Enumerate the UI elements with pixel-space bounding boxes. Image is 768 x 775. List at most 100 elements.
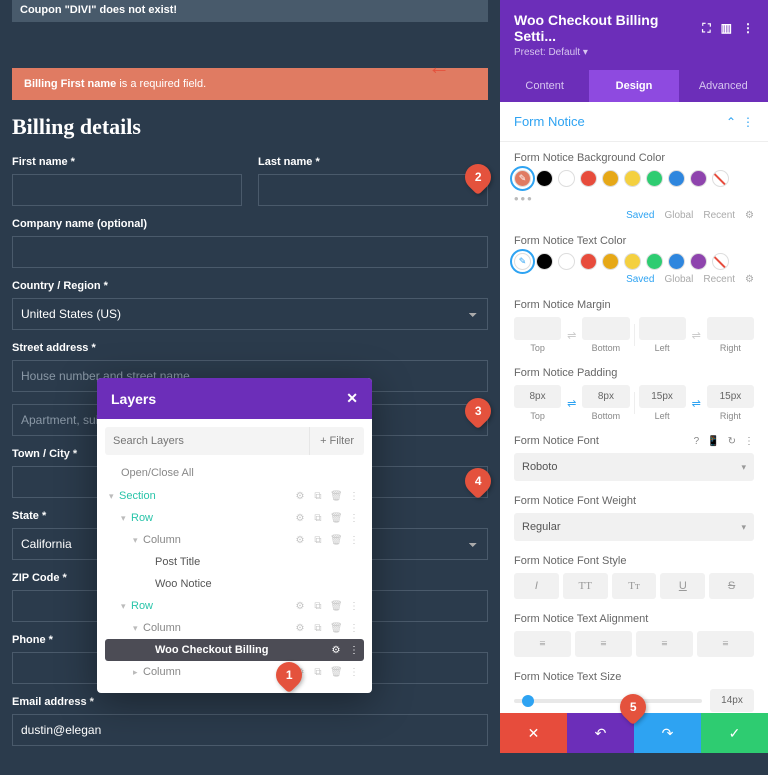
tab-content[interactable]: Content	[500, 70, 589, 102]
label-text-color: Form Notice Text Color	[514, 235, 754, 247]
save-button[interactable]: ✓	[701, 713, 768, 753]
tree-post-title[interactable]: Post Title	[105, 551, 364, 573]
margin-bottom[interactable]	[582, 317, 629, 340]
panel-body: Form Notice Background Color ✎ ••• Saved…	[500, 142, 768, 775]
margin-left[interactable]	[639, 317, 686, 340]
label-margin: Form Notice Margin	[514, 299, 754, 311]
padding-bottom[interactable]	[582, 385, 629, 408]
redo-button[interactable]: ↷	[634, 713, 701, 753]
uppercase-button[interactable]: TT	[563, 573, 608, 599]
color-swatch[interactable]	[690, 170, 707, 187]
color-swatch[interactable]	[624, 170, 641, 187]
color-swatch[interactable]	[580, 253, 597, 270]
gear-icon[interactable]: ⚙	[745, 274, 754, 285]
preset-label[interactable]: Preset: Default ▾	[514, 47, 754, 58]
link-recent[interactable]: Recent	[703, 210, 735, 221]
no-color-swatch[interactable]	[712, 170, 729, 187]
link-icon[interactable]: ⇌	[690, 329, 703, 342]
gear-icon[interactable]: ⚙	[745, 210, 754, 221]
help-icon[interactable]: ?	[694, 436, 700, 447]
more-icon[interactable]: ⋮	[742, 21, 754, 36]
color-swatch[interactable]	[536, 170, 553, 187]
gear-icon: ⚙	[330, 645, 342, 656]
underline-button[interactable]: U	[660, 573, 705, 599]
expand-icon[interactable]: ⛶	[702, 21, 710, 36]
color-swatch[interactable]	[668, 170, 685, 187]
align-justify-button[interactable]: ≡	[697, 631, 754, 657]
padding-left[interactable]	[639, 385, 686, 408]
color-swatch[interactable]	[646, 253, 663, 270]
color-swatch[interactable]	[690, 253, 707, 270]
input-first-name[interactable]	[12, 174, 242, 206]
tab-design[interactable]: Design	[589, 70, 678, 102]
reset-icon[interactable]: ↻	[728, 436, 736, 447]
label-email: Email address *	[12, 696, 488, 708]
layers-search-input[interactable]	[105, 427, 309, 455]
close-button[interactable]: ✕	[500, 713, 567, 753]
link-icon[interactable]: ⇌	[565, 329, 578, 342]
weight-select[interactable]	[514, 513, 733, 541]
label-font: Form Notice Font	[514, 435, 599, 447]
smallcaps-button[interactable]: Tᴛ	[612, 573, 657, 599]
link-global[interactable]: Global	[664, 210, 693, 221]
chevron-icon[interactable]: ▾	[733, 522, 754, 533]
chevron-icon[interactable]: ▾	[733, 462, 754, 473]
section-form-notice[interactable]: Form Notice ⌃⋮	[500, 102, 768, 142]
margin-top[interactable]	[514, 317, 561, 340]
picker-swatch[interactable]: ✎	[514, 170, 531, 187]
color-swatch[interactable]	[624, 253, 641, 270]
color-swatch[interactable]	[580, 170, 597, 187]
undo-button[interactable]: ↶	[567, 713, 634, 753]
padding-right[interactable]	[707, 385, 754, 408]
no-color-swatch[interactable]	[712, 253, 729, 270]
size-slider[interactable]	[514, 699, 702, 703]
more-icon[interactable]: ⋮	[744, 436, 754, 447]
size-value[interactable]	[710, 689, 754, 712]
tree-row[interactable]: ▾Row⚙⧉🗑⋮	[105, 507, 364, 529]
tree-row2[interactable]: ▾Row⚙⧉🗑⋮	[105, 595, 364, 617]
link-global[interactable]: Global	[664, 274, 693, 285]
color-swatch[interactable]	[536, 253, 553, 270]
mobile-icon[interactable]: 📱	[707, 436, 719, 447]
layout-icon[interactable]: ▥	[721, 21, 732, 36]
font-select[interactable]	[514, 453, 733, 481]
tree-woo-billing[interactable]: Woo Checkout Billing⚙⋮	[105, 639, 364, 661]
select-country[interactable]: United States (US)	[12, 298, 488, 330]
close-icon[interactable]: ✕	[346, 390, 358, 407]
tree-column3[interactable]: ▸Column⚙⧉🗑⋮	[105, 661, 364, 683]
link-icon[interactable]: ⇌	[690, 397, 703, 410]
strike-button[interactable]: S	[709, 573, 754, 599]
gear-icon: ⚙	[294, 491, 306, 502]
tab-advanced[interactable]: Advanced	[679, 70, 768, 102]
color-swatch[interactable]	[558, 170, 575, 187]
color-swatch[interactable]	[646, 170, 663, 187]
color-swatch[interactable]	[668, 253, 685, 270]
label-last-name: Last name *	[258, 156, 488, 168]
link-recent[interactable]: Recent	[703, 274, 735, 285]
align-left-button[interactable]: ≡	[514, 631, 571, 657]
align-right-button[interactable]: ≡	[636, 631, 693, 657]
picker-swatch[interactable]: ✎	[514, 253, 531, 270]
italic-button[interactable]: I	[514, 573, 559, 599]
tree-column2[interactable]: ▾Column⚙⧉🗑⋮	[105, 617, 364, 639]
color-swatch[interactable]	[602, 170, 619, 187]
more-dots[interactable]: •••	[514, 191, 754, 206]
padding-top[interactable]	[514, 385, 561, 408]
color-swatch[interactable]	[558, 253, 575, 270]
input-company[interactable]	[12, 236, 488, 268]
swatches-text: ✎	[514, 253, 754, 270]
color-swatch[interactable]	[602, 253, 619, 270]
link-saved[interactable]: Saved	[626, 274, 654, 285]
link-saved[interactable]: Saved	[626, 210, 654, 221]
coupon-error: Coupon "DIVI" does not exist!	[12, 0, 488, 22]
input-last-name[interactable]	[258, 174, 488, 206]
margin-right[interactable]	[707, 317, 754, 340]
align-center-button[interactable]: ≡	[575, 631, 632, 657]
filter-button[interactable]: + Filter	[309, 427, 364, 455]
open-close-all[interactable]: Open/Close All	[105, 463, 364, 485]
link-icon[interactable]: ⇌	[565, 397, 578, 410]
input-email[interactable]	[12, 714, 488, 746]
tree-woo-notice[interactable]: Woo Notice	[105, 573, 364, 595]
tree-section[interactable]: ▾Section⚙⧉🗑⋮	[105, 485, 364, 507]
tree-column[interactable]: ▾Column⚙⧉🗑⋮	[105, 529, 364, 551]
